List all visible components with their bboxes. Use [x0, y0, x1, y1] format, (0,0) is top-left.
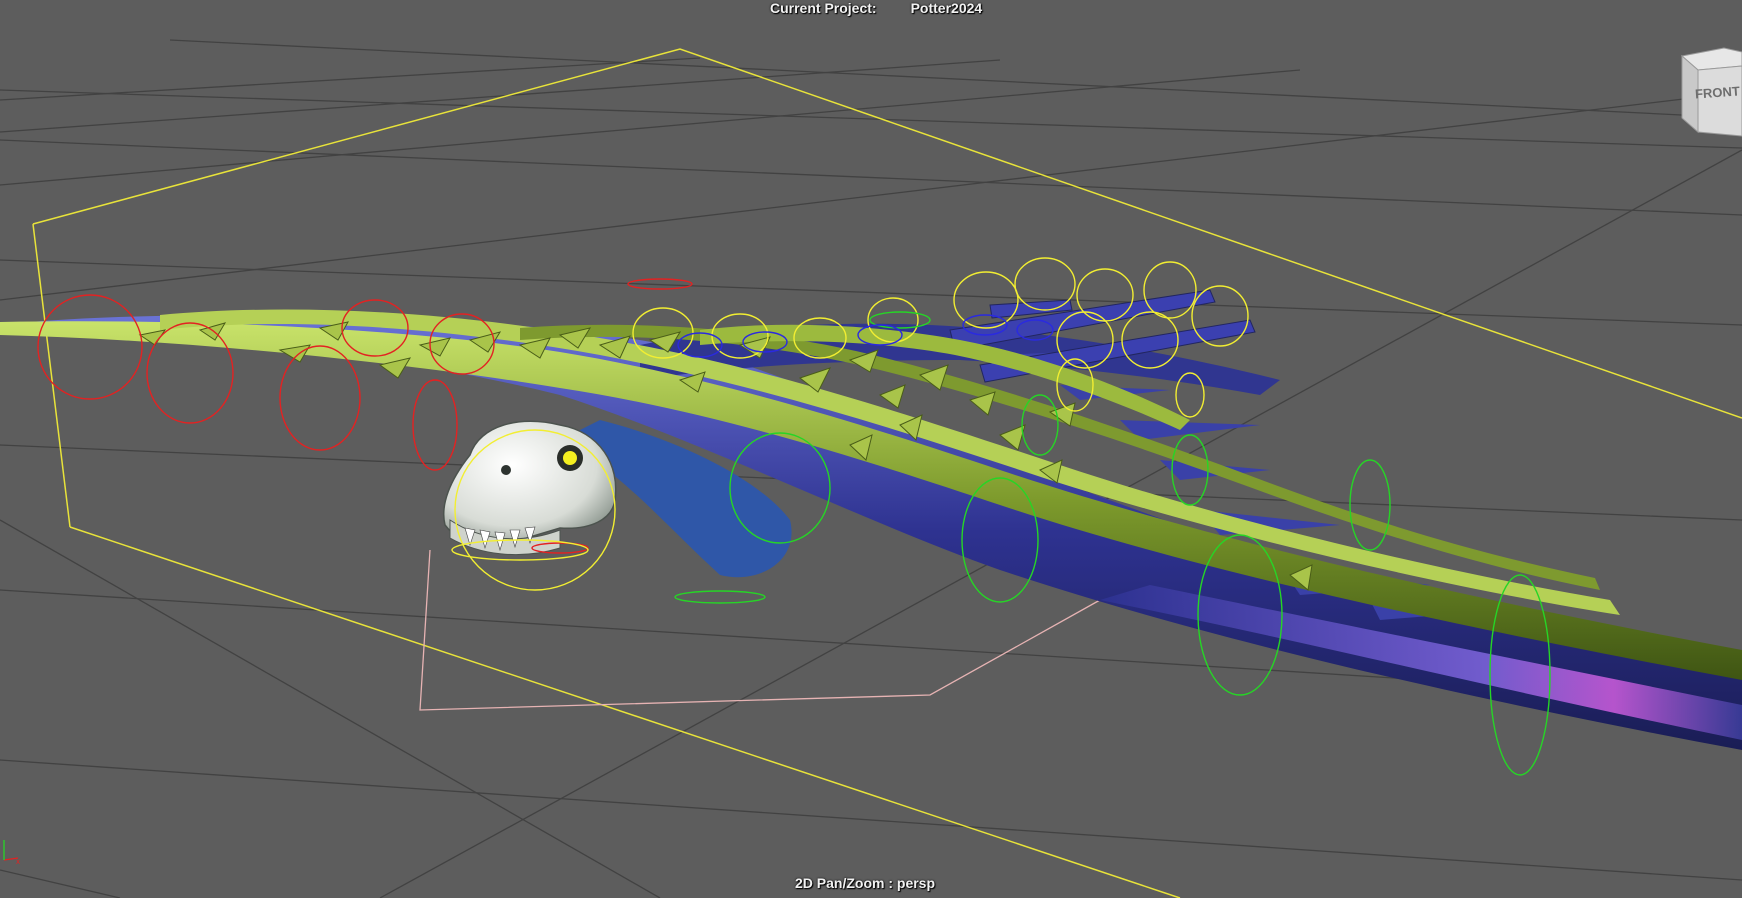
3d-viewport[interactable]: FRONT x — [0, 0, 1742, 898]
svg-text:x: x — [16, 857, 20, 866]
perspective-scene[interactable] — [0, 0, 1742, 898]
viewcube-front-label[interactable]: FRONT — [1695, 83, 1741, 101]
project-name: Potter2024 — [910, 0, 983, 16]
skull-head[interactable] — [443, 420, 617, 556]
creature-model[interactable] — [0, 289, 1742, 750]
panzoom-status: 2D Pan/Zoom : persp — [795, 875, 936, 891]
project-label: Current Project: — [770, 0, 877, 16]
axis-tripod: x — [3, 840, 20, 866]
camera-frame — [419, 549, 1101, 711]
project-header: Current Project: Potter2024 — [770, 0, 982, 16]
